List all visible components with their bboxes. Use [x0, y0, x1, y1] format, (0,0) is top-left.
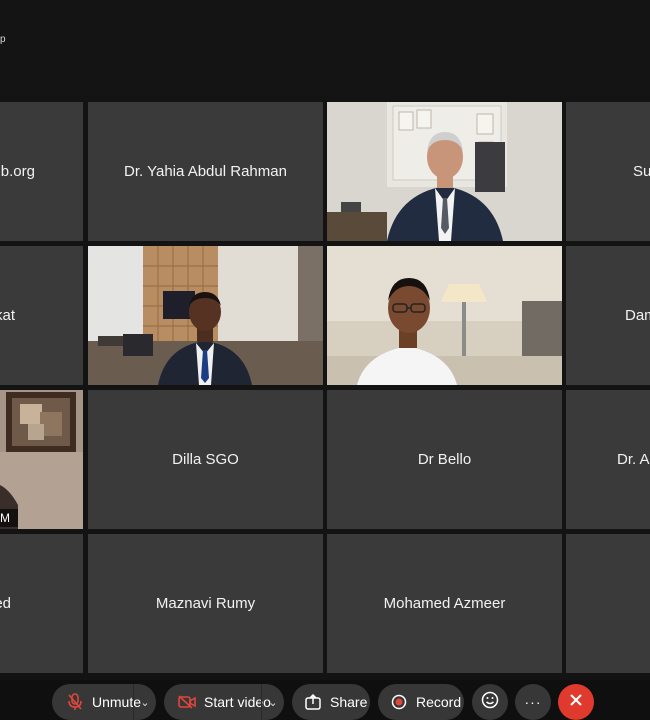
participant-name: kat [0, 307, 15, 324]
participant-name: Su [633, 163, 650, 180]
participant-tile[interactable] [566, 534, 650, 673]
participant-video [327, 246, 562, 385]
participant-tile[interactable]: Dr. A [566, 390, 650, 529]
more-icon: ··· [524, 694, 542, 710]
chevron-down-icon[interactable]: ⌄ [133, 684, 156, 720]
participant-name: b.org [0, 163, 35, 180]
more-options-button[interactable]: ··· [515, 684, 551, 720]
participant-name: Dam [625, 307, 650, 324]
chevron-down-icon[interactable]: ⌄ [261, 684, 284, 720]
record-label: Record [416, 694, 462, 710]
participant-name: ed [0, 595, 11, 612]
record-button[interactable]: Record [378, 684, 464, 720]
smiley-icon [481, 691, 499, 714]
participant-tile[interactable]: Su [566, 102, 650, 241]
participant-name: Mohamed Azmeer [383, 595, 506, 612]
participant-video [327, 102, 562, 241]
video-off-icon [176, 691, 198, 713]
close-icon [569, 693, 583, 712]
participant-tile[interactable]: Mohamed Azmeer [327, 534, 562, 673]
participant-video-tile[interactable] [327, 102, 562, 241]
participant-video-tile[interactable] [327, 246, 562, 385]
participant-name: Maznavi Rumy [155, 595, 256, 612]
participant-tile[interactable]: Dilla SGO [88, 390, 323, 529]
share-button[interactable]: Share [292, 684, 370, 720]
share-label: Share [330, 694, 368, 710]
participant-tile[interactable]: Dam [566, 246, 650, 385]
participant-name: Dilla SGO [172, 451, 239, 468]
participant-name-tag: M [0, 509, 18, 527]
self-view-tile[interactable]: M [0, 390, 83, 529]
share-icon [302, 691, 324, 713]
reactions-button[interactable] [472, 684, 508, 720]
participant-name: Dr. Yahia Abdul Rahman [124, 163, 287, 180]
participant-tile[interactable]: Dr Bello [327, 390, 562, 529]
start-video-button[interactable]: Start video ⌄ [164, 684, 284, 720]
microphone-muted-icon [64, 691, 86, 713]
participant-tile[interactable]: b.org [0, 102, 83, 241]
unmute-button[interactable]: Unmute ⌄ [52, 684, 156, 720]
participant-video-tile[interactable] [88, 246, 323, 385]
participant-tile[interactable]: Maznavi Rumy [88, 534, 323, 673]
participant-video [88, 246, 323, 385]
participant-grid: b.org Dr. Yahia Abdul Rahman Su kat [0, 0, 650, 680]
leave-meeting-button[interactable] [558, 684, 594, 720]
participant-tile[interactable]: Dr. Yahia Abdul Rahman [88, 102, 323, 241]
meeting-controls: Unmute ⌄ Start video ⌄ Share Record ··· [0, 680, 650, 720]
record-icon [388, 691, 410, 713]
participant-tile[interactable]: ed [0, 534, 83, 673]
participant-name: Dr Bello [417, 451, 472, 468]
participant-tile[interactable]: kat [0, 246, 83, 385]
participant-name: Dr. A [617, 451, 650, 468]
